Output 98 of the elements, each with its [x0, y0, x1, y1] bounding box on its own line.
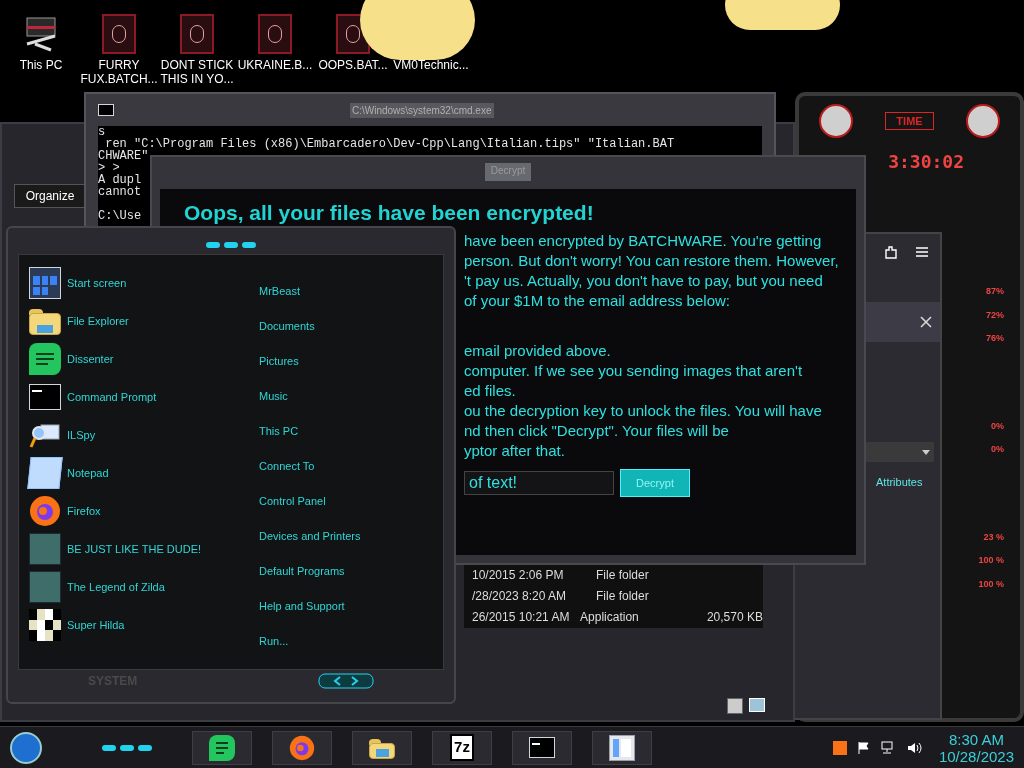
taskbar-button[interactable] — [512, 730, 572, 765]
meter-reading: 0% — [991, 443, 1004, 456]
page-arrows-icon[interactable] — [318, 673, 374, 689]
chat-icon — [209, 734, 235, 761]
firefox-icon — [29, 495, 61, 527]
place-item[interactable]: Connect To — [259, 458, 361, 474]
desktop-icon-label[interactable]: UKRAINE.B... — [237, 58, 313, 72]
type-cell-text: File folder — [596, 567, 650, 582]
window-title: C:\Windows\system32\cmd.exe — [350, 102, 494, 118]
meter-reading: 100 % — [978, 554, 1004, 567]
place-item[interactable]: Music — [259, 388, 361, 404]
message-line: computer. If we see you sending images that aren't — [464, 361, 804, 381]
message-line: have been encrypted by BATCHWARE. You're getting — [464, 231, 823, 251]
message-line: yptor after that. — [464, 441, 566, 461]
puzzle-icon[interactable] — [882, 244, 900, 262]
meter-reading: 100 % — [978, 577, 1004, 591]
batch-file-icon — [180, 14, 214, 54]
organize-button[interactable]: Organize — [14, 184, 86, 208]
program-item[interactable]: Dissenter — [67, 350, 114, 368]
place-item[interactable]: Default Programs — [259, 563, 361, 579]
meter-reading: 72% — [986, 308, 1004, 322]
taskbar-button[interactable] — [592, 730, 652, 765]
message-line: nd then click "Decrypt". Your files will be — [464, 421, 730, 441]
taskbar-button[interactable] — [272, 730, 332, 765]
ransom-heading: Oops, all your files have been encrypted! — [184, 201, 595, 225]
taskbar-button[interactable] — [192, 730, 252, 765]
place-item[interactable]: Pictures — [259, 353, 361, 369]
type-cell-text: Application — [580, 609, 640, 624]
taskbar-button[interactable]: 7z — [432, 730, 492, 765]
desktop-icon-label[interactable]: DONT STICK THIS IN YO... — [158, 58, 236, 86]
date-modified-cell-text: 26/2015 10:21 AM — [472, 609, 571, 624]
program-item[interactable]: The Legend of Zilda — [67, 578, 165, 596]
window-icon — [609, 734, 635, 761]
dropdown-caret-icon[interactable] — [922, 449, 930, 455]
light-strip-icon — [102, 744, 152, 751]
desktop-icon-label[interactable]: OOPS.BAT... — [318, 58, 388, 72]
start-screen-icon — [29, 267, 61, 299]
clock-date[interactable]: 10/28/2023 — [938, 747, 1014, 765]
pixel-art-icon — [29, 609, 61, 641]
desktop-icon-label[interactable]: This PC — [19, 58, 63, 72]
light-strip-icon — [206, 242, 256, 248]
meter-reading: 87% — [986, 285, 1004, 298]
key-input-field[interactable]: of text! — [464, 471, 614, 495]
program-item[interactable]: Firefox — [67, 502, 101, 520]
program-item[interactable]: Start screen — [67, 274, 127, 292]
desktop-icon-label[interactable]: FURRY FUX.BATCH... — [80, 58, 158, 86]
batch-file-icon — [102, 14, 136, 54]
type-cell-text: File folder — [596, 588, 650, 603]
flag-icon[interactable] — [856, 740, 871, 755]
picture-icon — [29, 533, 61, 565]
program-item[interactable]: BE JUST LIKE THE DUDE! — [67, 540, 202, 558]
clock-time: 3:30:02 — [888, 150, 964, 174]
message-line: email provided above. — [464, 341, 612, 361]
message-line: of your $1M to the email address below: — [464, 291, 731, 311]
place-item[interactable]: Devices and Printers — [259, 528, 361, 544]
meter-reading: 23 % — [983, 530, 1004, 544]
place-item[interactable]: Control Panel — [259, 493, 361, 509]
column-header[interactable]: Attributes — [876, 474, 940, 491]
program-item[interactable]: Notepad — [67, 464, 109, 482]
message-line: ed files. — [464, 381, 517, 401]
place-item[interactable]: MrBeast — [259, 283, 361, 299]
picture-icon — [29, 571, 61, 603]
batch-file-icon — [258, 14, 292, 54]
program-item[interactable]: Super Hilda — [67, 616, 125, 634]
taskbar-button[interactable] — [352, 730, 412, 765]
close-icon[interactable] — [920, 316, 932, 328]
archive-icon: 7z — [450, 734, 474, 761]
volume-icon[interactable] — [906, 740, 923, 755]
date-modified-cell-text: /28/2023 8:20 AM — [472, 588, 568, 603]
place-item[interactable]: Documents — [259, 318, 361, 334]
meter-reading: 76% — [986, 332, 1004, 345]
console-icon — [529, 737, 555, 758]
message-line: person. But don't worry! You can restore them. However, — [464, 251, 840, 271]
message-line: 't pay us. Actually, you don't have to pay, but you need — [464, 271, 824, 291]
date-modified-cell-text: 10/2015 2:06 PM — [472, 567, 565, 582]
program-item[interactable]: File Explorer — [67, 312, 129, 330]
notepad-icon — [27, 457, 63, 489]
alien-head-icon — [966, 104, 1000, 138]
program-item[interactable]: ILSpy — [67, 426, 96, 444]
clock-time[interactable]: 8:30 AM — [948, 730, 1004, 748]
console-icon — [29, 384, 61, 410]
console-icon — [98, 104, 114, 116]
gadget-title: TIME — [885, 111, 934, 131]
place-item[interactable]: Run... — [259, 633, 361, 649]
alien-head-icon — [819, 104, 853, 138]
start-orb-icon[interactable] — [10, 731, 42, 764]
meter-reading: 0% — [991, 419, 1004, 433]
menu-icon[interactable] — [914, 244, 930, 260]
desktop-icon-label[interactable]: VM0Technic... — [393, 58, 469, 72]
details-view-icon[interactable] — [727, 698, 743, 714]
size-cell-text: 20,570 KB — [705, 609, 763, 624]
place-item[interactable]: Help and Support — [259, 598, 361, 614]
message-line: ou the decryption key to unlock the files. You will have — [464, 401, 823, 421]
firefox-icon — [289, 734, 315, 761]
chat-icon — [29, 343, 61, 375]
place-item[interactable]: This PC — [259, 423, 361, 439]
cup-icon[interactable] — [832, 740, 847, 755]
program-item[interactable]: Command Prompt — [67, 388, 157, 406]
